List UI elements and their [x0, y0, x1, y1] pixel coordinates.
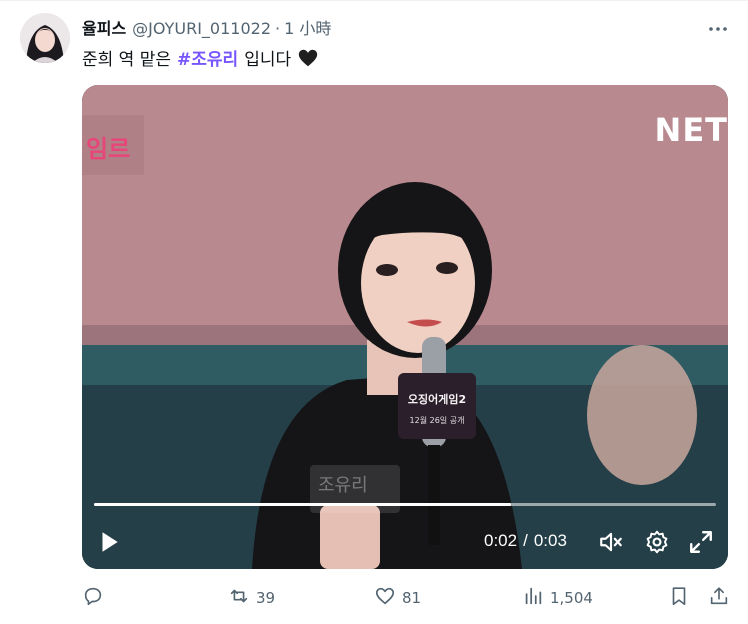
- retweet-icon: [228, 585, 250, 611]
- time-readout: 0:02 / 0:03: [484, 531, 567, 551]
- author-name[interactable]: 율피스: [82, 15, 126, 39]
- tweet-card[interactable]: 율피스 @JOYURI_011022 · 1 小時 준희 역 맡은 #조유리 입…: [0, 0, 748, 624]
- bookmark-icon: [668, 585, 690, 611]
- duration: 0:03: [533, 531, 567, 550]
- black-heart-icon: [297, 47, 319, 69]
- volume-muted-icon[interactable]: [598, 529, 624, 555]
- mic-flag-title: 오징어게임2: [407, 393, 467, 406]
- time-divider: /: [523, 531, 528, 550]
- tweet-text-after: 입니다: [244, 50, 292, 70]
- video-player[interactable]: 임르 NET 오징어게임2 12월 26일 공개 조유리 0:02 / 0:03: [82, 85, 728, 569]
- retweet-count: 39: [256, 589, 276, 607]
- like-count: 81: [402, 589, 422, 607]
- retweet-button[interactable]: 39: [228, 585, 275, 611]
- progress-bar-fill: [94, 503, 511, 506]
- timestamp[interactable]: 1 小時: [284, 15, 331, 39]
- analytics-icon: [522, 585, 544, 611]
- author-handle[interactable]: @JOYURI_011022: [132, 19, 271, 38]
- video-caption-fragment: 조유리: [318, 475, 368, 496]
- like-button[interactable]: 81: [374, 585, 421, 611]
- share-icon: [708, 585, 730, 611]
- heart-icon: [374, 585, 396, 611]
- play-icon[interactable]: [96, 529, 122, 555]
- hashtag-link[interactable]: #조유리: [177, 45, 238, 70]
- fullscreen-icon[interactable]: [688, 529, 714, 555]
- mic-flag-date: 12월 26일 공개: [409, 416, 465, 425]
- current-time: 0:02: [484, 531, 518, 550]
- avatar[interactable]: [20, 13, 70, 63]
- views-button[interactable]: 1,504: [522, 585, 593, 611]
- video-logo-text: 임르: [86, 135, 131, 163]
- bookmark-button[interactable]: [668, 585, 690, 611]
- tweet-text-before: 준희 역 맡은: [82, 50, 172, 70]
- views-count: 1,504: [550, 589, 593, 607]
- action-bar: 39 81 1,504: [82, 585, 732, 613]
- tweet-text: 준희 역 맡은 #조유리 입니다: [82, 45, 319, 70]
- video-network-text: NET: [654, 111, 728, 149]
- tweet-header: 율피스 @JOYURI_011022 · 1 小時: [82, 15, 331, 39]
- reply-icon: [82, 585, 104, 611]
- progress-bar[interactable]: [94, 503, 716, 506]
- video-frame: [82, 85, 728, 569]
- settings-gear-icon[interactable]: [644, 529, 670, 555]
- reply-button[interactable]: [82, 585, 110, 611]
- more-options-icon[interactable]: [706, 17, 730, 41]
- share-button[interactable]: [708, 585, 730, 611]
- separator-dot: ·: [275, 19, 281, 38]
